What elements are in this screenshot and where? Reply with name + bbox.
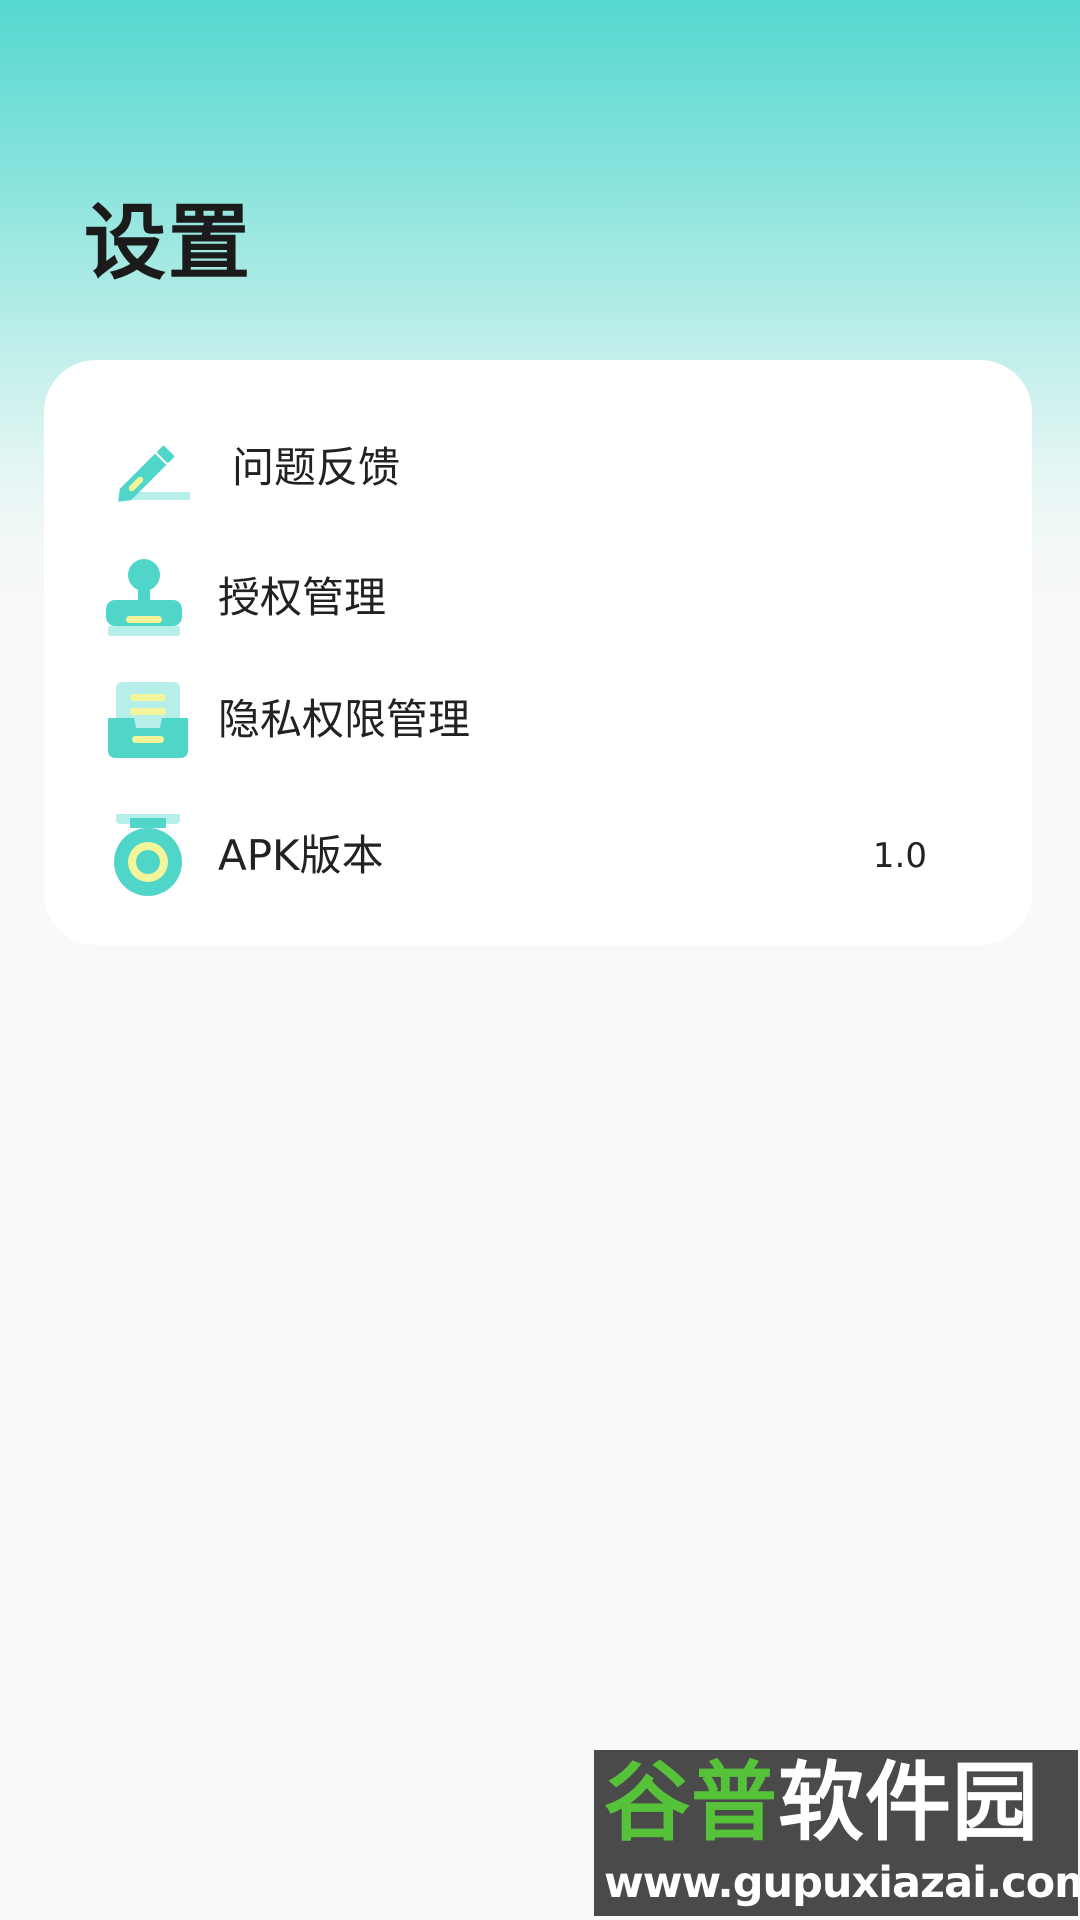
version-medal-icon [106,814,190,898]
watermark-name-part1: 谷普 [604,1753,778,1853]
apk-version-value: 1.0 [872,836,927,876]
settings-card: 问题反馈 授权管理 隐私权限管理 APK版本 1.0 [44,360,1032,945]
document-tray-icon [106,678,190,762]
settings-item-feedback[interactable]: 问题反馈 [44,412,1032,524]
watermark-url: www.gupuxiazai.com [604,1858,1078,1908]
settings-item-label: 问题反馈 [232,443,401,492]
settings-item-label: 授权管理 [218,573,387,622]
edit-pencil-icon [106,426,190,510]
settings-item-label: APK版本 [218,831,384,880]
settings-item-label: 隐私权限管理 [218,695,471,744]
settings-item-apk-version[interactable]: APK版本 1.0 [44,800,1032,912]
user-stamp-icon [102,556,186,640]
watermark-logo: 谷普软件园 www.gupuxiazai.com [594,1750,1078,1916]
watermark-name: 谷普软件园 [604,1756,1039,1851]
settings-item-privacy-permissions[interactable]: 隐私权限管理 [44,664,1032,776]
page-title: 设置 [84,195,253,291]
settings-item-authorization[interactable]: 授权管理 [44,542,1032,654]
watermark-name-part2: 软件园 [778,1753,1039,1853]
